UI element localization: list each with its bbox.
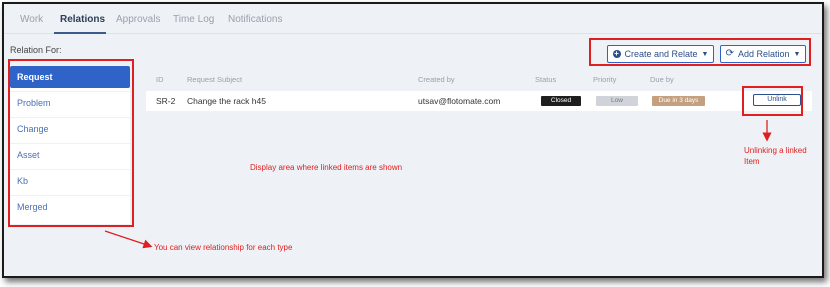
app-window: Work Relations Approvals Time Log Notifi… bbox=[4, 4, 822, 276]
annotation-arrows bbox=[104, 120, 772, 249]
sidebar-arrow bbox=[104, 230, 153, 249]
